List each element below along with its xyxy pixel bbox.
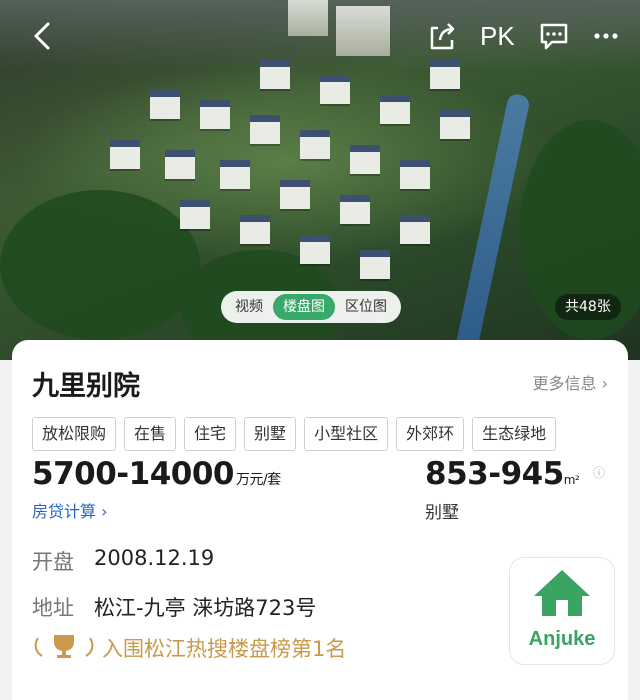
share-icon[interactable] <box>424 18 460 54</box>
ranking-text: 入围松江热搜楼盘榜第1名 <box>102 637 347 661</box>
area-value: 853-945 <box>425 456 564 492</box>
tag-list: 放松限购 在售 住宅 别墅 小型社区 外郊环 生态绿地 <box>32 417 557 451</box>
villa <box>440 110 470 139</box>
villa <box>400 215 430 244</box>
tab-location-map[interactable]: 区位图 <box>335 294 397 320</box>
pk-button[interactable]: PK <box>480 18 515 54</box>
villa <box>180 200 210 229</box>
villa <box>300 130 330 159</box>
tag: 生态绿地 <box>472 417 557 451</box>
villa <box>430 60 460 89</box>
info-icon[interactable]: ⓘ <box>592 466 606 480</box>
project-info-card: 九里别院 更多信息 › 放松限购 在售 住宅 别墅 小型社区 外郊环 生态绿地 … <box>12 340 628 700</box>
opening-label: 开盘 <box>32 550 74 574</box>
tag: 放松限购 <box>32 417 117 451</box>
tab-project-photos[interactable]: 楼盘图 <box>273 294 335 320</box>
villa <box>340 195 370 224</box>
price-unit: 万元/套 <box>236 472 281 488</box>
villa <box>280 180 310 209</box>
trophy-icon <box>32 632 96 664</box>
villa <box>400 160 430 189</box>
loan-calculator-link[interactable]: 房贷计算 › <box>32 498 108 522</box>
villa <box>320 75 350 104</box>
tag: 小型社区 <box>304 417 389 451</box>
villa <box>220 160 250 189</box>
more-icon[interactable] <box>588 18 624 54</box>
media-tab-group: 视频 楼盘图 区位图 <box>221 291 401 323</box>
area-property-type: 别墅 <box>425 503 459 523</box>
villa <box>240 215 270 244</box>
more-info-link[interactable]: 更多信息 › <box>533 370 609 394</box>
villa <box>250 115 280 144</box>
tag: 在售 <box>124 417 177 451</box>
tree-cluster <box>0 190 200 340</box>
back-arrow-icon[interactable] <box>24 16 64 56</box>
address-value[interactable]: 松江-九亭 涞坊路723号 <box>94 592 316 622</box>
photo-count-badge[interactable]: 共48张 <box>555 294 621 320</box>
tag: 住宅 <box>184 417 237 451</box>
opening-date: 2008.12.19 <box>94 546 215 570</box>
villa <box>260 60 290 89</box>
area-unit: m² <box>563 473 580 487</box>
house-icon <box>534 570 590 616</box>
anjuke-logo[interactable]: Anjuke <box>510 558 614 664</box>
villa <box>110 140 140 169</box>
tag: 外郊环 <box>396 417 465 451</box>
top-bar: PK <box>0 14 640 58</box>
villa <box>380 95 410 124</box>
address-label: 地址 <box>32 596 74 620</box>
villa <box>200 100 230 129</box>
villa <box>150 90 180 119</box>
chat-icon[interactable] <box>536 18 572 54</box>
villa <box>360 250 390 279</box>
ranking-banner[interactable]: 入围松江热搜楼盘榜第1名 <box>32 632 346 664</box>
price-range: 5700-14000 万元/套 <box>32 456 281 492</box>
tab-video[interactable]: 视频 <box>225 294 273 320</box>
villa <box>165 150 195 179</box>
villa <box>350 145 380 174</box>
tag: 别墅 <box>244 417 297 451</box>
logo-text: Anjuke <box>528 628 596 650</box>
area-range: 853-945m² <box>425 456 580 492</box>
price-value: 5700-14000 <box>32 456 235 492</box>
villa <box>300 235 330 264</box>
project-title: 九里别院 <box>32 371 140 402</box>
